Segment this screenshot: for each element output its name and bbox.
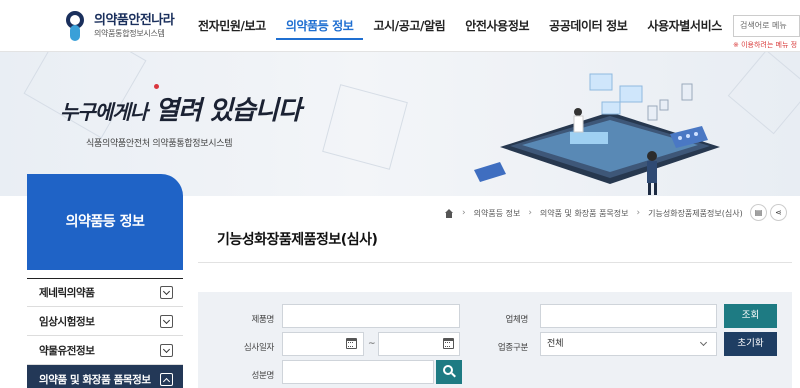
sidebar-item-generic-drugs[interactable]: 제네릭의약품 xyxy=(27,278,183,307)
sidebar-item-label: 의약품 및 화장품 품목정보 xyxy=(39,373,151,386)
main-nav: 전자민원/보고 의약품등 정보 고시/공고/알림 안전사용정보 공공데이터 정보… xyxy=(188,0,732,52)
chevron-down-icon[interactable] xyxy=(160,286,173,299)
product-name-input[interactable] xyxy=(282,304,460,328)
nav-item-public-data[interactable]: 공공데이터 정보 xyxy=(539,0,637,52)
chevron-down-icon[interactable] xyxy=(160,343,173,357)
nav-item-notices[interactable]: 고시/공고/알림 xyxy=(363,0,455,52)
calendar-icon[interactable] xyxy=(443,338,454,349)
date-separator: ~ xyxy=(368,339,376,349)
nav-item-user-services[interactable]: 사용자별서비스 xyxy=(637,0,731,52)
breadcrumb: › 의약품등 정보 › 의약품 및 화장품 품목정보 › 기능성화장품제품정보(… xyxy=(444,206,743,220)
print-icon[interactable]: ▤ xyxy=(750,204,767,221)
sidebar-item-label: 제네릭의약품 xyxy=(39,287,95,299)
logo-subtitle: 의약품통합정보시스템 xyxy=(94,29,165,38)
page-title: 기능성화장품제품정보(심사) xyxy=(217,232,378,248)
review-date-label: 심사일자 xyxy=(243,343,274,353)
site-logo[interactable]: 의약품안전나라 의약품통합정보시스템 xyxy=(64,6,175,46)
sidebar-item-pharmacogenomics[interactable]: 약물유전정보 xyxy=(27,336,183,365)
breadcrumb-item[interactable]: 의약품 및 화장품 품목정보 xyxy=(540,208,629,219)
business-type-label: 업종구분 xyxy=(497,343,528,353)
share-icon[interactable]: ⋖ xyxy=(770,204,787,221)
logo-title: 의약품안전나라 xyxy=(94,13,175,28)
search-note: ※ 이용하려는 메뉴 정 xyxy=(733,41,798,49)
business-type-value: 전체 xyxy=(547,339,564,349)
title-divider xyxy=(198,262,792,263)
chevron-down-icon xyxy=(699,338,708,347)
chevron-right-icon: › xyxy=(636,208,641,218)
business-type-select[interactable]: 전체 xyxy=(540,332,717,356)
chevron-up-icon[interactable] xyxy=(160,372,173,386)
sidebar-item-clinical-trials[interactable]: 임상시험정보 xyxy=(27,307,183,336)
search-button[interactable]: 조회 xyxy=(724,304,777,328)
ingredient-label: 성분명 xyxy=(251,371,274,381)
nav-item-safety-info[interactable]: 안전사용정보 xyxy=(455,0,539,52)
home-icon[interactable] xyxy=(444,208,454,218)
nav-item-e-petition[interactable]: 전자민원/보고 xyxy=(188,0,276,52)
banner-subtitle: 식품의약품안전처 의약품통합정보시스템 xyxy=(86,139,233,149)
chevron-down-icon[interactable] xyxy=(160,314,173,328)
breadcrumb-item[interactable]: 의약품등 정보 xyxy=(474,208,521,219)
slogan-part1: 누구에게나 xyxy=(60,100,148,124)
company-input[interactable] xyxy=(540,304,717,328)
breadcrumb-item[interactable]: 기능성화장품제품정보(심사) xyxy=(648,208,743,219)
chevron-right-icon: › xyxy=(528,208,532,218)
sidebar-item-label: 약물유전정보 xyxy=(39,344,95,357)
logo-mark-icon xyxy=(64,11,90,41)
company-label: 업체명 xyxy=(505,315,528,325)
menu-search-input[interactable]: 검색어로 메뉴 xyxy=(733,15,800,37)
decorative-dot-icon xyxy=(154,84,159,89)
banner-slogan: 누구에게나 열려 있습니다 xyxy=(60,90,302,127)
nav-item-drug-info[interactable]: 의약품등 정보 xyxy=(275,0,364,40)
sidebar-item-product-info[interactable]: 의약품 및 화장품 품목정보 xyxy=(27,365,183,388)
chevron-right-icon: › xyxy=(462,208,466,218)
reset-button[interactable]: 초기화 xyxy=(724,332,777,356)
ingredient-search-button[interactable] xyxy=(436,360,462,384)
tablet-illustration-icon xyxy=(474,73,720,195)
sidebar-item-label: 임상시험정보 xyxy=(39,315,95,328)
search-form: 제품명 업체명 조회 심사일자 ~ 업종구분 전체 초기화 성분명 xyxy=(198,292,792,388)
sidebar-menu: 제네릭의약품 임상시험정보 약물유전정보 의약품 및 화장품 품목정보 xyxy=(27,278,183,388)
slogan-part2: 열려 있습니다 xyxy=(155,96,302,126)
site-header: 의약품안전나라 의약품통합정보시스템 전자민원/보고 의약품등 정보 고시/공고… xyxy=(0,0,800,52)
product-name-label: 제품명 xyxy=(251,315,274,325)
sidebar-title: 의약품등 정보 xyxy=(27,174,183,270)
ingredient-input[interactable] xyxy=(282,360,434,384)
calendar-icon[interactable] xyxy=(346,338,357,349)
